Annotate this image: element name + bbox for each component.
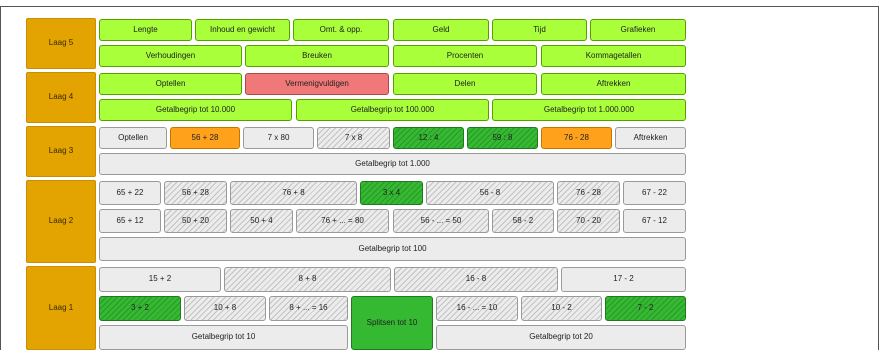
topic-splitsen-tot-10[interactable]: Splitsen tot 10 xyxy=(351,296,433,350)
exercise-70-minus-20[interactable]: 70 - 20 xyxy=(557,209,620,233)
topic-optellen-l3[interactable]: Optellen xyxy=(99,127,167,149)
exercise-76-minus-28[interactable]: 76 - 28 xyxy=(541,127,612,149)
layer-label-3[interactable]: Laag 3 xyxy=(26,126,96,177)
exercise-50-plus-20[interactable]: 50 + 20 xyxy=(164,209,227,233)
exercise-16-minus-8[interactable]: 16 - 8 xyxy=(394,267,558,292)
exercise-8-plus-blank-16[interactable]: 8 + ... = 16 xyxy=(269,296,348,321)
topic-grafieken[interactable]: Grafieken xyxy=(590,19,686,41)
exercise-65-plus-22[interactable]: 65 + 22 xyxy=(99,181,161,205)
topic-kommagetallen[interactable]: Kommagetallen xyxy=(541,45,686,67)
exercise-50-plus-4[interactable]: 50 + 4 xyxy=(230,209,293,233)
exercise-3-plus-2[interactable]: 3 + 2 xyxy=(99,296,181,321)
topic-vermenigvuldigen-l4[interactable]: Vermenigvuldigen xyxy=(245,73,389,95)
topic-verhoudingen[interactable]: Verhoudingen xyxy=(99,45,242,67)
exercise-7-minus-2[interactable]: 7 - 2 xyxy=(605,296,686,321)
topic-aftrekken-l3[interactable]: Aftrekken xyxy=(615,127,686,149)
topic-geld[interactable]: Geld xyxy=(393,19,489,41)
curriculum-map: Laag 5 Laag 4 Laag 3 Laag 2 Laag 1 Lengt… xyxy=(0,0,879,350)
exercise-76-minus-28-l2[interactable]: 76 - 28 xyxy=(557,181,620,205)
exercise-3-times-4[interactable]: 3 x 4 xyxy=(360,181,423,205)
exercise-58-minus-2[interactable]: 58 - 2 xyxy=(492,209,554,233)
topic-lengte[interactable]: Lengte xyxy=(99,19,192,41)
topic-getalbegrip-20[interactable]: Getalbegrip tot 20 xyxy=(436,325,686,350)
exercise-16-minus-blank-10[interactable]: 16 - ... = 10 xyxy=(436,296,518,321)
exercise-56-minus-8[interactable]: 56 - 8 xyxy=(426,181,554,205)
topic-omtrek-oppervlakte[interactable]: Omt. & opp. xyxy=(293,19,389,41)
topic-inhoud-en-gewicht[interactable]: Inhoud en gewicht xyxy=(195,19,290,41)
exercise-10-minus-2[interactable]: 10 - 2 xyxy=(521,296,602,321)
exercise-10-plus-8[interactable]: 10 + 8 xyxy=(184,296,266,321)
exercise-7-times-80[interactable]: 7 x 80 xyxy=(243,127,314,149)
exercise-8-plus-8[interactable]: 8 + 8 xyxy=(224,267,391,292)
layer-label-4[interactable]: Laag 4 xyxy=(26,72,96,123)
exercise-17-minus-2[interactable]: 17 - 2 xyxy=(561,267,686,292)
exercise-12-div-4[interactable]: 12 : 4 xyxy=(393,127,464,149)
exercise-59-div-8[interactable]: 59 : 8 xyxy=(467,127,538,149)
left-border xyxy=(0,6,1,350)
topic-getalbegrip-100[interactable]: Getalbegrip tot 100 xyxy=(99,237,686,261)
topic-getalbegrip-1000000[interactable]: Getalbegrip tot 1.000.000 xyxy=(492,99,686,121)
layer-label-1[interactable]: Laag 1 xyxy=(26,266,96,350)
topic-getalbegrip-10[interactable]: Getalbegrip tot 10 xyxy=(99,325,348,350)
exercise-67-minus-22[interactable]: 67 - 22 xyxy=(623,181,686,205)
exercise-76-plus-blank-80[interactable]: 76 + ... = 80 xyxy=(296,209,389,233)
topic-aftrekken-l4[interactable]: Aftrekken xyxy=(541,73,686,95)
topic-getalbegrip-100000[interactable]: Getalbegrip tot 100.000 xyxy=(296,99,489,121)
exercise-56-minus-blank-50[interactable]: 56 - ... = 50 xyxy=(393,209,489,233)
exercise-7-times-8[interactable]: 7 x 8 xyxy=(317,127,390,149)
exercise-65-plus-12[interactable]: 65 + 12 xyxy=(99,209,161,233)
top-border xyxy=(0,6,879,7)
exercise-76-plus-8[interactable]: 76 + 8 xyxy=(230,181,357,205)
layer-label-5[interactable]: Laag 5 xyxy=(26,18,96,69)
layer-label-2[interactable]: Laag 2 xyxy=(26,180,96,263)
topic-tijd[interactable]: Tijd xyxy=(492,19,587,41)
exercise-56-plus-28-l2[interactable]: 56 + 28 xyxy=(164,181,227,205)
topic-breuken[interactable]: Breuken xyxy=(245,45,389,67)
topic-getalbegrip-1000[interactable]: Getalbegrip tot 1.000 xyxy=(99,153,686,175)
topic-procenten[interactable]: Procenten xyxy=(393,45,537,67)
exercise-15-plus-2[interactable]: 15 + 2 xyxy=(99,267,221,292)
exercise-67-minus-12[interactable]: 67 - 12 xyxy=(623,209,686,233)
exercise-56-plus-28[interactable]: 56 + 28 xyxy=(170,127,240,149)
topic-getalbegrip-10000[interactable]: Getalbegrip tot 10.000 xyxy=(99,99,292,121)
topic-delen-l4[interactable]: Delen xyxy=(393,73,537,95)
topic-optellen-l4[interactable]: Optellen xyxy=(99,73,242,95)
